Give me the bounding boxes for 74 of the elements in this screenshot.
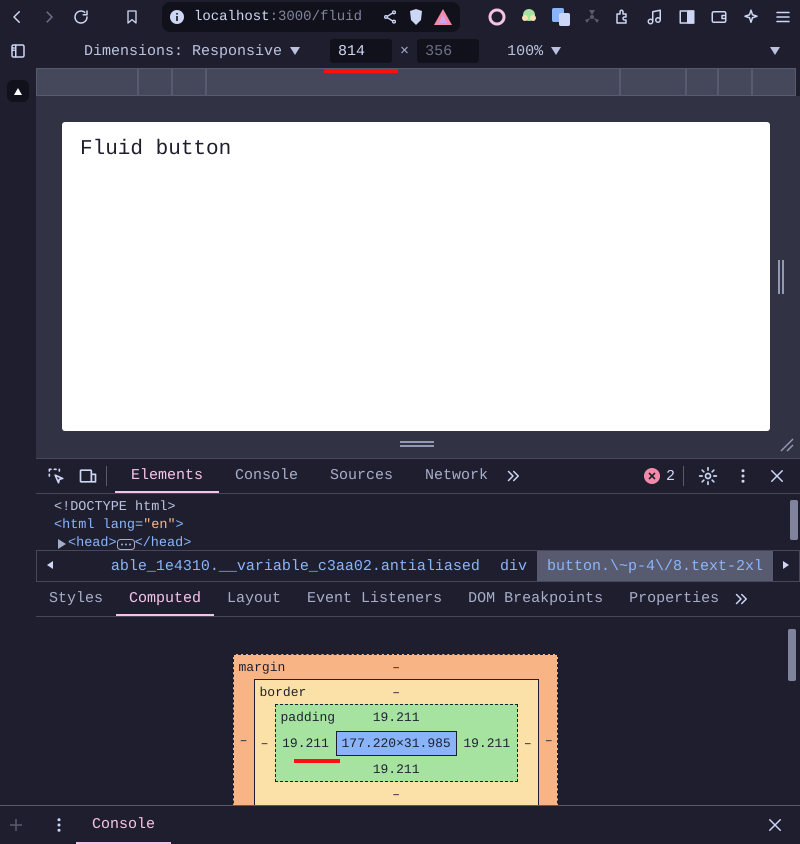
breadcrumb[interactable]: able_1e4310.__variable_c3aa02.antialiased xyxy=(100,551,490,581)
drawer-tab[interactable]: Console xyxy=(76,806,172,844)
panel-tab[interactable]: Computed xyxy=(116,582,214,616)
error-count[interactable]: 2 xyxy=(666,468,675,484)
highlight-underline xyxy=(294,759,340,763)
zoom-dropdown[interactable]: 100% xyxy=(507,42,562,60)
border-bottom-value: – xyxy=(392,786,400,802)
add-icon[interactable] xyxy=(10,819,22,831)
music-note-icon[interactable] xyxy=(646,8,664,26)
doctype-line: <!DOCTYPE html> xyxy=(54,499,176,517)
panel-tab[interactable]: Event Listeners xyxy=(294,582,456,616)
padding-left-value: 19.211 xyxy=(282,736,329,750)
margin-top-value: – xyxy=(392,660,400,674)
url-host: localhost xyxy=(194,9,270,25)
content-box: 177.220×31.985 xyxy=(336,730,457,756)
border-right-value: – xyxy=(524,736,532,750)
error-icon xyxy=(644,468,660,484)
url-path: :3000/fluid xyxy=(270,9,362,25)
padding-label: padding xyxy=(280,710,336,724)
padding-right-value: 19.211 xyxy=(463,736,510,750)
triangle-left-icon xyxy=(47,560,53,568)
bottom-resize-handle[interactable] xyxy=(400,441,434,447)
expand-triangle-icon[interactable] xyxy=(58,539,66,549)
border-top-value: – xyxy=(392,684,400,700)
panel-tab[interactable]: Styles xyxy=(36,582,116,616)
devtools-tab[interactable]: Network xyxy=(409,459,504,493)
border-left-value: – xyxy=(260,736,268,750)
html-tag-line: <html lang="en"> xyxy=(54,517,184,535)
sparkle-icon[interactable] xyxy=(742,8,760,26)
fluid-button[interactable]: Fluid button xyxy=(80,138,232,161)
corner-resize-icon[interactable] xyxy=(780,438,794,452)
margin-label: margin xyxy=(238,660,286,674)
head-close-tag: </head> xyxy=(134,535,192,550)
radiation-icon[interactable] xyxy=(584,9,600,25)
settings-icon[interactable] xyxy=(698,466,718,486)
color-ring-icon[interactable] xyxy=(488,8,506,26)
triangle-logo-icon[interactable] xyxy=(434,9,452,25)
ellipsis-badge-icon[interactable] xyxy=(116,538,135,550)
close-icon[interactable] xyxy=(768,467,786,485)
triangle-up-icon xyxy=(14,88,22,94)
share-icon[interactable] xyxy=(382,9,398,25)
padding-bottom-value: 19.211 xyxy=(372,762,420,776)
inspect-icon[interactable] xyxy=(46,466,66,486)
border-label: border xyxy=(258,684,306,700)
sidebar-toggle-icon[interactable] xyxy=(678,8,696,26)
close-icon[interactable] xyxy=(766,816,784,834)
devtools-tab[interactable]: Console xyxy=(219,459,314,493)
breadcrumb[interactable]: div xyxy=(490,551,537,581)
dimensions-dropdown[interactable]: Dimensions: Responsive xyxy=(84,42,300,60)
wallet-icon[interactable] xyxy=(710,8,728,26)
side-resize-handle[interactable] xyxy=(778,260,784,294)
width-field[interactable]: 814 xyxy=(330,39,392,63)
collapse-button[interactable] xyxy=(7,80,29,102)
padding-top-value: 19.211 xyxy=(372,710,420,724)
reload-icon[interactable] xyxy=(72,8,90,26)
panel-tab[interactable]: Layout xyxy=(214,582,294,616)
margin-left-value: – xyxy=(240,733,248,748)
scrollbar-thumb[interactable] xyxy=(790,500,798,540)
caret-icon xyxy=(551,47,562,55)
caret-icon xyxy=(290,47,300,55)
margin-right-value: – xyxy=(544,733,553,748)
sidebar-panel-icon[interactable] xyxy=(9,42,27,60)
panel-tab[interactable]: DOM Breakpoints xyxy=(455,582,616,616)
more-options-caret-icon xyxy=(770,47,780,55)
address-bar[interactable]: localhost:3000/fluid xyxy=(162,2,460,32)
height-field[interactable]: 356 xyxy=(417,39,480,63)
devtools-tab[interactable]: Sources xyxy=(314,459,410,493)
triangle-right-icon xyxy=(783,560,789,568)
panel-tab[interactable]: Properties xyxy=(616,582,732,616)
devtools-tab[interactable]: Elements xyxy=(115,459,220,493)
scrollbar-thumb[interactable] xyxy=(788,629,796,681)
info-icon xyxy=(170,10,184,24)
head-tag: <head> xyxy=(68,535,117,550)
times-sign: × xyxy=(400,42,410,60)
